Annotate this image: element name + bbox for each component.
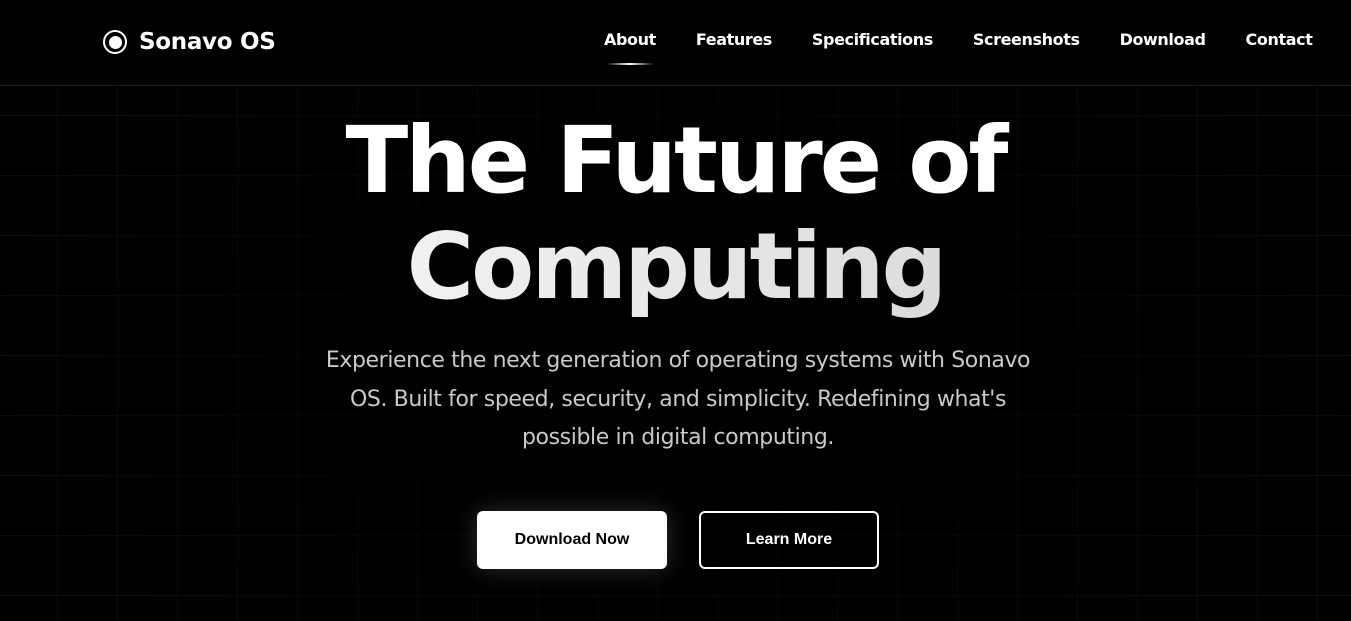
nav-links: About Features Specifications Screenshot… [604, 30, 1313, 65]
navbar: Sonavo OS About Features Specifications … [0, 0, 1351, 86]
brand-name: Sonavo OS [139, 29, 276, 55]
nav-link-screenshots[interactable]: Screenshots [973, 30, 1080, 49]
circle-dot-icon [103, 30, 127, 54]
hero-title-line-1: The Future of [345, 107, 1009, 214]
hero-title: The Future of Computing [0, 108, 1351, 320]
hero-subtitle: Experience the next generation of operat… [325, 348, 1031, 450]
hero-title-line-2: Computing [0, 214, 1351, 320]
page: Sonavo OS About Features Specifications … [0, 0, 1351, 621]
nav-link-features[interactable]: Features [696, 30, 772, 49]
nav-link-contact[interactable]: Contact [1246, 30, 1313, 49]
nav-link-about[interactable]: About [604, 30, 656, 65]
download-now-button[interactable]: Download Now [477, 511, 667, 569]
nav-link-download[interactable]: Download [1120, 30, 1206, 49]
learn-more-button[interactable]: Learn More [699, 511, 879, 569]
brand-logo[interactable]: Sonavo OS [103, 27, 276, 57]
nav-link-specifications[interactable]: Specifications [812, 30, 933, 49]
